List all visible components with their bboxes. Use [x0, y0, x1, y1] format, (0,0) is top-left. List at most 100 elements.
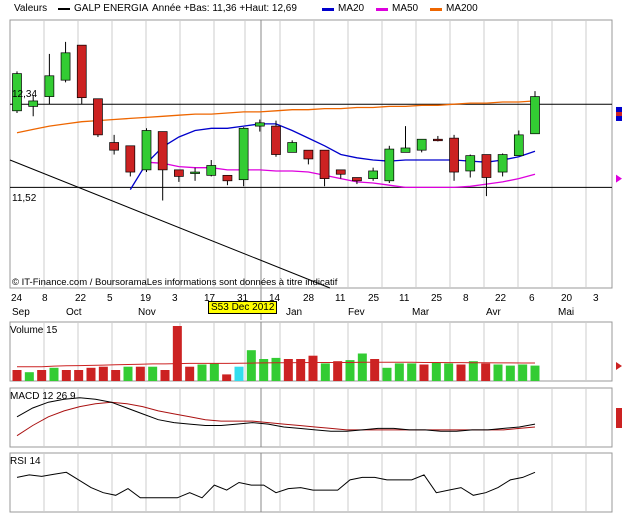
- rsi-line: [16, 471, 536, 499]
- candle: [190, 167, 200, 181]
- x-tick-day: 24: [11, 293, 23, 304]
- volume-bar: [493, 364, 503, 381]
- volume-bar: [209, 363, 219, 381]
- candle-body: [384, 148, 395, 182]
- volume-bar: [172, 326, 182, 381]
- price-panel: [9, 19, 622, 320]
- watermark: © IT-Finance.com / BoursoramaLes informa…: [12, 277, 338, 288]
- candle: [384, 145, 395, 183]
- candle: [141, 128, 152, 173]
- rsi-label: RSI 14: [10, 456, 41, 467]
- candle-body: [449, 137, 459, 173]
- volume-bar: [98, 366, 108, 381]
- volume-bar: [444, 363, 454, 381]
- volume-bar: [197, 364, 207, 381]
- volume-bar: [320, 363, 330, 381]
- candle: [287, 140, 298, 153]
- candle: [497, 153, 508, 177]
- x-tick-month: Avr: [486, 307, 501, 318]
- volume-bar: [431, 362, 441, 381]
- candle: [513, 130, 524, 156]
- x-tick-month: Fev: [348, 307, 365, 318]
- candle: [125, 145, 136, 177]
- candle-body: [319, 149, 330, 179]
- volume-bar: [111, 370, 121, 381]
- volume-bar: [481, 363, 491, 381]
- volume-bar: [123, 366, 133, 381]
- stock-legend-swatch: [58, 8, 70, 10]
- x-tick-month: Nov: [138, 307, 156, 318]
- x-tick-day: 11: [335, 293, 346, 304]
- candle: [530, 91, 540, 135]
- volume-bar: [345, 360, 355, 381]
- volume-bar: [419, 364, 429, 381]
- candle-body: [465, 155, 476, 172]
- volume-marker: [616, 362, 622, 370]
- candle: [44, 53, 55, 105]
- volume-bar: [505, 365, 515, 381]
- volume-bar: [61, 370, 71, 381]
- macd-signal-line: [16, 401, 536, 437]
- candle-body: [352, 177, 362, 182]
- candle-body: [44, 75, 55, 97]
- volume-label: Volume 15: [10, 325, 58, 336]
- x-tick-day: 20: [561, 293, 573, 304]
- volume-bar: [259, 359, 269, 381]
- candle: [60, 41, 71, 83]
- rsi-panel: [9, 452, 613, 513]
- candle-body: [416, 138, 427, 151]
- volume-bar: [86, 367, 96, 381]
- candle: [449, 134, 459, 181]
- volume-bar: [148, 366, 158, 381]
- x-tick-day: 31: [237, 293, 249, 304]
- volume-bar: [246, 350, 256, 381]
- x-tick-day: 6: [529, 293, 535, 304]
- year-range: Année +Bas: 11,36 +Haut: 12,69: [152, 3, 297, 14]
- candle: [93, 98, 103, 138]
- volume-bar: [74, 370, 84, 381]
- candle: [352, 177, 362, 185]
- volume-bar: [185, 366, 195, 381]
- header-title: Valeurs: [14, 3, 48, 14]
- volume-bar: [394, 363, 404, 381]
- ma20-legend-swatch: [322, 8, 334, 11]
- candle: [254, 119, 265, 132]
- x-tick-month: Oct: [66, 307, 82, 318]
- x-tick-day: 14: [269, 293, 281, 304]
- volume-bar: [308, 355, 318, 381]
- volume-bar: [24, 372, 34, 381]
- x-tick-day: 11: [399, 293, 410, 304]
- macd-label: MACD 12 26 9: [10, 391, 76, 402]
- candle-body: [303, 149, 314, 160]
- volume-bar: [271, 357, 281, 381]
- trend-line: [9, 159, 331, 289]
- candle-body: [206, 165, 217, 176]
- ma200-legend-swatch: [430, 8, 442, 11]
- candle: [319, 149, 330, 187]
- candle: [238, 127, 249, 187]
- candle-body: [174, 169, 184, 177]
- macd-line: [16, 397, 536, 432]
- volume-bar: [468, 361, 478, 381]
- candle-body: [60, 52, 71, 81]
- stock-name: GALP ENERGIA: [74, 3, 149, 14]
- price-label-upper: 12,34: [12, 89, 38, 100]
- x-tick-day: 25: [431, 293, 443, 304]
- volume-bar: [160, 370, 170, 381]
- x-tick-month: Jan: [286, 307, 303, 318]
- candle: [157, 131, 168, 201]
- rsi-frame: [9, 452, 613, 513]
- candle: [303, 149, 314, 165]
- chart-canvas: [9, 19, 622, 513]
- candle-body: [141, 130, 152, 171]
- ma200-legend: MA200: [446, 3, 478, 14]
- ma50-legend-swatch: [376, 8, 388, 11]
- volume-bar: [222, 374, 232, 381]
- x-tick-month: Mai: [558, 307, 575, 318]
- candle: [109, 134, 119, 155]
- candle-body: [222, 174, 233, 182]
- volume-bar: [234, 366, 244, 381]
- volume-bar: [407, 363, 417, 381]
- candle-body: [190, 171, 200, 174]
- candle: [368, 167, 378, 181]
